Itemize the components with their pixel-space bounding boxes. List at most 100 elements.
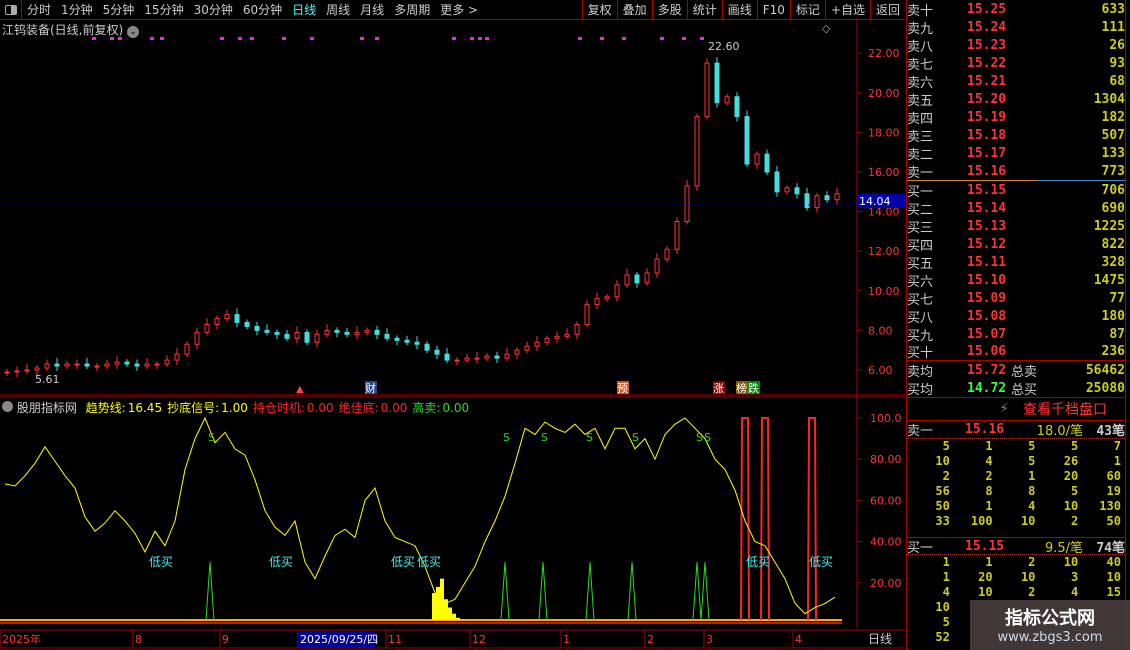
signal-dot xyxy=(470,37,474,40)
watermark: 指标公式网 www.zbgs3.com xyxy=(970,600,1130,650)
time-label: 9 xyxy=(222,633,229,646)
candle xyxy=(784,187,790,193)
current-price: 14.04 xyxy=(859,195,891,208)
level-price: 15.12 xyxy=(967,236,1007,252)
candle xyxy=(564,333,570,337)
candle xyxy=(544,337,550,343)
signal-dot xyxy=(250,37,254,40)
order-size: 40 xyxy=(1106,555,1121,569)
order-size: 5 xyxy=(942,615,950,629)
level-label: 卖一 xyxy=(907,165,934,181)
buy-signal-label: 低买 xyxy=(809,555,833,569)
buy-signal-label: 低买 xyxy=(269,555,293,569)
book-row[interactable]: 卖八 15.23 26 xyxy=(907,36,1125,55)
candle xyxy=(384,333,390,339)
candle xyxy=(484,355,490,359)
level-label: 卖六 xyxy=(907,75,934,91)
book-row[interactable]: 买六 15.10 1475 xyxy=(907,271,1125,290)
value-number: 0.00 xyxy=(306,401,334,415)
kline-chart[interactable]: 22.0020.0018.0016.0014.0012.0010.008.006… xyxy=(0,0,905,650)
candle xyxy=(464,357,470,361)
candle xyxy=(424,343,430,351)
book-row[interactable]: 卖六 15.21 68 xyxy=(907,72,1125,91)
order-size: 130 xyxy=(1099,499,1121,513)
book-row[interactable]: 卖三 15.18 507 xyxy=(907,126,1125,145)
signal-spike xyxy=(700,562,710,621)
avg-price: 14.72 xyxy=(967,380,1007,396)
indicator-value: 抄底信号: 1.00 xyxy=(167,401,248,415)
sell-signal-label: S xyxy=(503,431,510,444)
level-volume: 507 xyxy=(1101,127,1125,143)
signal-dot xyxy=(150,37,154,40)
signal-spike xyxy=(500,562,510,621)
level-price: 15.25 xyxy=(967,1,1007,17)
order-size: 19 xyxy=(1106,484,1121,498)
order-size: 2 xyxy=(1028,585,1036,599)
book-row[interactable]: 买三 15.13 1225 xyxy=(907,217,1125,236)
level-price: 15.09 xyxy=(967,290,1007,306)
order-size: 10 xyxy=(1106,570,1121,584)
deep-book-link[interactable]: ⚡ 查看千档盘口 xyxy=(907,397,1125,421)
candle xyxy=(704,62,710,118)
hold-spike xyxy=(807,417,817,621)
indicator-tick: 20.00 xyxy=(870,577,902,590)
signal-dot xyxy=(118,37,122,40)
price-tick: 8.00 xyxy=(868,324,893,337)
value-number: 1.00 xyxy=(221,401,248,415)
order-size: 1 xyxy=(942,570,950,584)
candle xyxy=(804,193,810,209)
level-label: 买八 xyxy=(907,310,934,326)
signal-dot xyxy=(375,37,379,40)
book-row[interactable]: 买一 15.15 706 xyxy=(907,181,1125,200)
book-row[interactable]: 买二 15.14 690 xyxy=(907,199,1125,218)
candle xyxy=(454,359,460,362)
book-row[interactable]: 买五 15.11 328 xyxy=(907,253,1125,272)
level-price: 15.19 xyxy=(967,109,1007,125)
candle xyxy=(674,221,680,250)
order-size: 1 xyxy=(985,439,993,453)
volume-bar xyxy=(456,617,460,620)
book-row[interactable]: 卖四 15.19 182 xyxy=(907,108,1125,127)
order-size: 60 xyxy=(1106,469,1121,483)
signal-dot xyxy=(478,37,482,40)
book-row[interactable]: 卖一 15.16 773 xyxy=(907,162,1125,181)
book-row[interactable]: 卖五 15.20 1304 xyxy=(907,90,1125,109)
order-size: 50 xyxy=(1106,514,1121,528)
candle xyxy=(594,298,600,306)
book-row[interactable]: 买九 15.07 87 xyxy=(907,325,1125,344)
book-row[interactable]: 买四 15.12 822 xyxy=(907,235,1125,254)
level-label: 买三 xyxy=(907,220,934,236)
event-marker-label: 跌 xyxy=(748,381,759,395)
book-row[interactable]: 买七 15.09 77 xyxy=(907,289,1125,308)
period-label[interactable]: 日线 xyxy=(868,632,892,646)
dropdown-icon[interactable] xyxy=(2,401,13,412)
queue-price: 15.16 xyxy=(965,422,1005,437)
candle xyxy=(294,331,300,339)
indicator-tick: 100.0 xyxy=(870,412,902,425)
signal-dot xyxy=(452,37,456,40)
book-row[interactable]: 卖九 15.24 111 xyxy=(907,18,1125,37)
book-row[interactable]: 卖七 15.22 93 xyxy=(907,54,1125,73)
time-label: 2025/09/25/四 xyxy=(300,633,378,646)
book-row[interactable]: 卖十 15.25 633 xyxy=(907,0,1125,19)
candle xyxy=(94,365,100,368)
order-size: 2 xyxy=(1028,555,1036,569)
book-row[interactable]: 卖二 15.17 133 xyxy=(907,144,1125,163)
queue-price: 15.15 xyxy=(965,538,1005,554)
candle xyxy=(774,171,780,193)
level-volume: 706 xyxy=(1101,182,1125,198)
candle xyxy=(734,96,740,118)
book-row[interactable]: 买八 15.08 180 xyxy=(907,307,1125,326)
candle xyxy=(154,363,160,366)
book-row[interactable]: 买十 15.06 236 xyxy=(907,343,1125,361)
order-size: 5 xyxy=(1070,439,1079,453)
order-size: 1 xyxy=(985,555,993,569)
total-label: 总卖 xyxy=(1011,364,1038,380)
price-tick: 12.00 xyxy=(868,245,900,258)
candle xyxy=(634,274,640,284)
order-size: 2 xyxy=(1070,514,1079,528)
candle xyxy=(234,314,240,323)
order-size: 20 xyxy=(1063,469,1079,483)
order-size: 20 xyxy=(978,570,993,584)
candle xyxy=(504,353,510,359)
